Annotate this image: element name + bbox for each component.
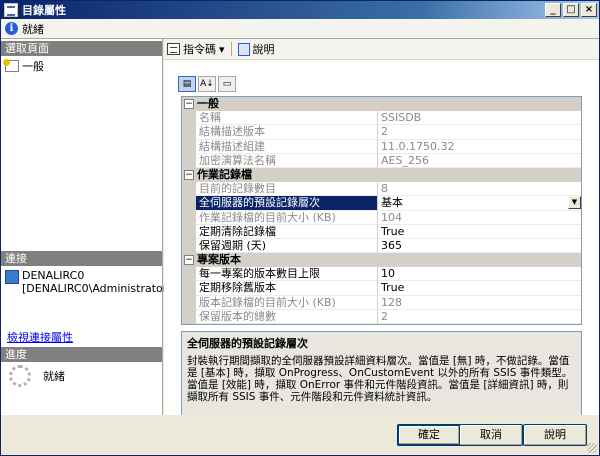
property-value: 2 <box>378 310 581 324</box>
connection-server: DENALIRC0 <box>22 269 85 282</box>
property-grid-area: ▤ A↓ ▭ − 一般 名稱 SSISDB 結構描述版本 2 結構描述組建 11… <box>178 74 586 434</box>
category-label: 專案版本 <box>197 253 241 267</box>
property-value: AES_256 <box>378 154 581 168</box>
property-row[interactable]: 目前的記錄數目 8 <box>182 182 581 197</box>
property-name: 結構描述版本 <box>196 125 378 140</box>
property-row[interactable]: 結構描述版本 2 <box>182 125 581 140</box>
property-name: 版本記錄檔的目前大小 (KB) <box>196 295 378 310</box>
progress-spinner-icon <box>9 365 31 387</box>
property-row[interactable]: 作業記錄檔的目前大小 (KB) 104 <box>182 210 581 225</box>
page-item-label: 一般 <box>22 60 44 73</box>
connection-info: DENALIRC0 [DENALIRC0\Administrator] <box>5 269 172 295</box>
right-pane: 指令碼 ▾ 說明 ▤ A↓ ▭ − 一般 名稱 SSISDB 結構描述版本 2 … <box>164 39 599 431</box>
server-connection-icon <box>5 270 19 284</box>
connection-header: 連接 <box>1 251 162 266</box>
property-value[interactable]: 10 <box>378 267 581 282</box>
window-controls: _ □ × <box>545 3 597 17</box>
property-value: 基本 <box>381 196 403 210</box>
property-name: 定期移除舊版本 <box>196 281 378 296</box>
property-value[interactable]: True <box>378 225 581 239</box>
help-toolbar-label: 說明 <box>252 43 275 56</box>
property-row[interactable]: 結構描述組建 11.0.1750.32 <box>182 139 581 154</box>
main-toolbar: 指令碼 ▾ 說明 <box>164 39 599 60</box>
cancel-button[interactable]: 取消 <box>459 424 523 446</box>
property-row[interactable]: 加密演算法名稱 AES_256 <box>182 153 581 168</box>
logging-level-select[interactable]: 基本 ▼ <box>378 196 581 211</box>
page-item-general[interactable]: 一般 <box>3 58 44 74</box>
property-value: 2 <box>378 125 581 140</box>
alphabetical-sort-button[interactable]: A↓ <box>198 76 216 92</box>
script-label: 指令碼 <box>183 43 216 56</box>
property-value: SSISDB <box>378 111 581 126</box>
script-icon <box>167 43 180 55</box>
progress-text: 就緒 <box>43 370 65 383</box>
category-label: 作業記錄檔 <box>197 167 252 181</box>
left-pane: 選取頁面 一般 連接 DENALIRC0 [DENALIRC0\Administ… <box>1 39 172 415</box>
status-bar: i 就緒 <box>1 19 599 39</box>
property-name: 名稱 <box>196 111 378 126</box>
category-general[interactable]: − 一般 <box>182 97 581 112</box>
property-row-selected[interactable]: 全伺服器的預設記錄層次 基本 ▼ <box>182 196 581 211</box>
ok-button[interactable]: 確定 <box>397 424 461 446</box>
description-title: 全伺服器的預設記錄層次 <box>187 337 308 350</box>
info-icon: i <box>5 22 18 35</box>
progress-area: 就緒 <box>9 365 65 387</box>
property-value: 8 <box>378 182 581 197</box>
close-button[interactable]: × <box>581 3 597 17</box>
property-row[interactable]: 保留週期 (天) 365 <box>182 238 581 254</box>
property-name: 定期清除記錄檔 <box>196 224 378 239</box>
property-name: 加密演算法名稱 <box>196 153 378 168</box>
property-row[interactable]: 版本記錄檔的目前大小 (KB) 128 <box>182 295 581 310</box>
resize-grip-icon[interactable] <box>587 443 597 453</box>
property-value: 128 <box>378 296 581 310</box>
help-button[interactable]: 說明 <box>523 424 587 446</box>
connection-user: [DENALIRC0\Administrator] <box>22 282 172 295</box>
description-text: 封裝執行期間擷取的全伺服器預設詳細資料層次。當值是 [無] 時，不做記錄。當值是… <box>187 355 573 403</box>
dropdown-arrow-icon[interactable]: ▼ <box>568 196 581 210</box>
catalog-properties-dialog: 目錄屬性 _ □ × i 就緒 選取頁面 一般 連接 DENALIRC0 [DE… <box>0 0 600 456</box>
property-value[interactable]: True <box>378 281 581 296</box>
button-bar: 確定 取消 說明 <box>1 415 599 455</box>
view-connection-properties-link[interactable]: 檢視連接屬性 <box>7 329 73 345</box>
chevron-down-icon[interactable]: ▾ <box>219 43 225 56</box>
property-name: 結構描述組建 <box>196 139 378 154</box>
property-value[interactable]: 365 <box>378 239 581 254</box>
property-pages-button[interactable]: ▭ <box>218 76 236 92</box>
script-button[interactable]: 指令碼 ▾ <box>164 41 228 57</box>
toolbar-separator <box>230 42 232 56</box>
collapse-icon[interactable]: − <box>184 255 194 266</box>
progress-header: 進度 <box>1 347 162 362</box>
help-icon <box>237 42 250 56</box>
title-bar: 目錄屬性 _ □ × <box>1 1 599 19</box>
category-project-versions[interactable]: − 專案版本 <box>182 253 581 268</box>
property-grid: − 一般 名稱 SSISDB 結構描述版本 2 結構描述組建 11.0.1750… <box>181 96 582 325</box>
property-value: 104 <box>378 211 581 225</box>
minimize-button[interactable]: _ <box>545 3 561 17</box>
help-toolbar-button[interactable]: 說明 <box>235 41 278 57</box>
category-operation-log[interactable]: − 作業記錄檔 <box>182 167 581 183</box>
property-name: 作業記錄檔的目前大小 (KB) <box>196 210 378 225</box>
collapse-icon[interactable]: − <box>184 99 194 109</box>
property-row[interactable]: 名稱 SSISDB <box>182 111 581 126</box>
collapse-icon[interactable]: − <box>184 169 194 180</box>
property-name: 保留版本的總數 <box>196 309 378 324</box>
properties-page-icon <box>3 59 19 72</box>
property-row[interactable]: 保留版本的總數 2 <box>182 309 581 324</box>
dialog-icon <box>4 3 18 17</box>
category-label: 一般 <box>197 97 219 110</box>
property-row[interactable]: 定期清除記錄檔 True <box>182 224 581 239</box>
property-name: 目前的記錄數目 <box>196 182 378 197</box>
status-text: 就緒 <box>22 22 44 36</box>
property-row[interactable]: 定期移除舊版本 True <box>182 281 581 296</box>
property-value: 11.0.1750.32 <box>378 140 581 154</box>
property-row[interactable]: 每一專案的版本數目上限 10 <box>182 267 581 282</box>
window-title: 目錄屬性 <box>22 4 66 17</box>
property-grid-toolbar: ▤ A↓ ▭ <box>178 74 586 94</box>
maximize-button[interactable]: □ <box>563 3 579 17</box>
categorized-view-button[interactable]: ▤ <box>178 76 196 92</box>
property-name: 全伺服器的預設記錄層次 <box>196 196 378 211</box>
select-page-header: 選取頁面 <box>1 41 162 56</box>
property-name: 保留週期 (天) <box>196 238 378 254</box>
property-name: 每一專案的版本數目上限 <box>196 267 378 282</box>
